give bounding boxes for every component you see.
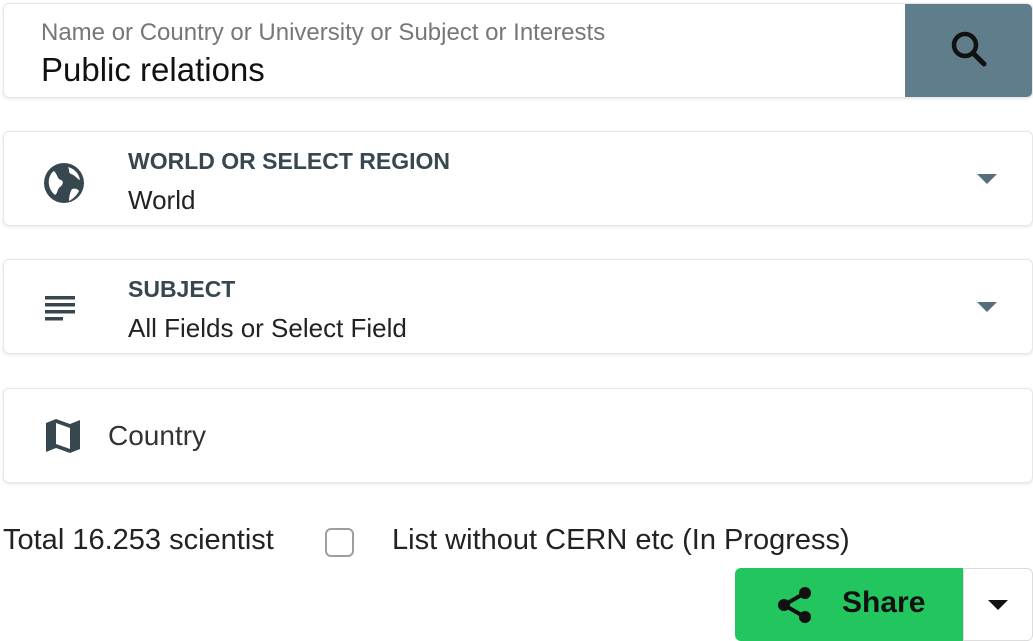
subject-value: All Fields or Select Field bbox=[128, 313, 407, 343]
region-value: World bbox=[128, 185, 196, 215]
region-title: WORLD OR SELECT REGION bbox=[128, 148, 450, 174]
chevron-down-icon bbox=[988, 600, 1008, 610]
search-placeholder: Name or Country or University or Subject… bbox=[41, 19, 606, 46]
search-button[interactable] bbox=[905, 4, 1032, 97]
share-button[interactable]: Share bbox=[735, 568, 963, 641]
share-dropdown-button[interactable] bbox=[963, 568, 1033, 641]
search-icon bbox=[949, 29, 989, 74]
map-icon bbox=[44, 417, 82, 455]
chevron-down-icon bbox=[977, 302, 997, 312]
globe-icon bbox=[42, 161, 86, 205]
chevron-down-icon bbox=[977, 174, 997, 184]
subject-select[interactable]: SUBJECT All Fields or Select Field bbox=[3, 259, 1033, 354]
region-select[interactable]: WORLD OR SELECT REGION World bbox=[3, 131, 1033, 226]
country-label: Country bbox=[108, 420, 207, 451]
country-select[interactable]: Country bbox=[3, 388, 1033, 483]
search-input[interactable]: Public relations bbox=[41, 51, 265, 89]
total-count: Total 16.253 scientist bbox=[3, 524, 274, 556]
subject-title: SUBJECT bbox=[128, 276, 236, 302]
cern-checkbox-label[interactable]: List without CERN etc (In Progress) bbox=[392, 524, 850, 557]
subject-lines-icon bbox=[42, 292, 78, 324]
search-bar: Name or Country or University or Subject… bbox=[3, 3, 1033, 98]
share-icon bbox=[775, 585, 815, 630]
share-label: Share bbox=[842, 586, 926, 619]
cern-checkbox[interactable] bbox=[325, 528, 354, 557]
